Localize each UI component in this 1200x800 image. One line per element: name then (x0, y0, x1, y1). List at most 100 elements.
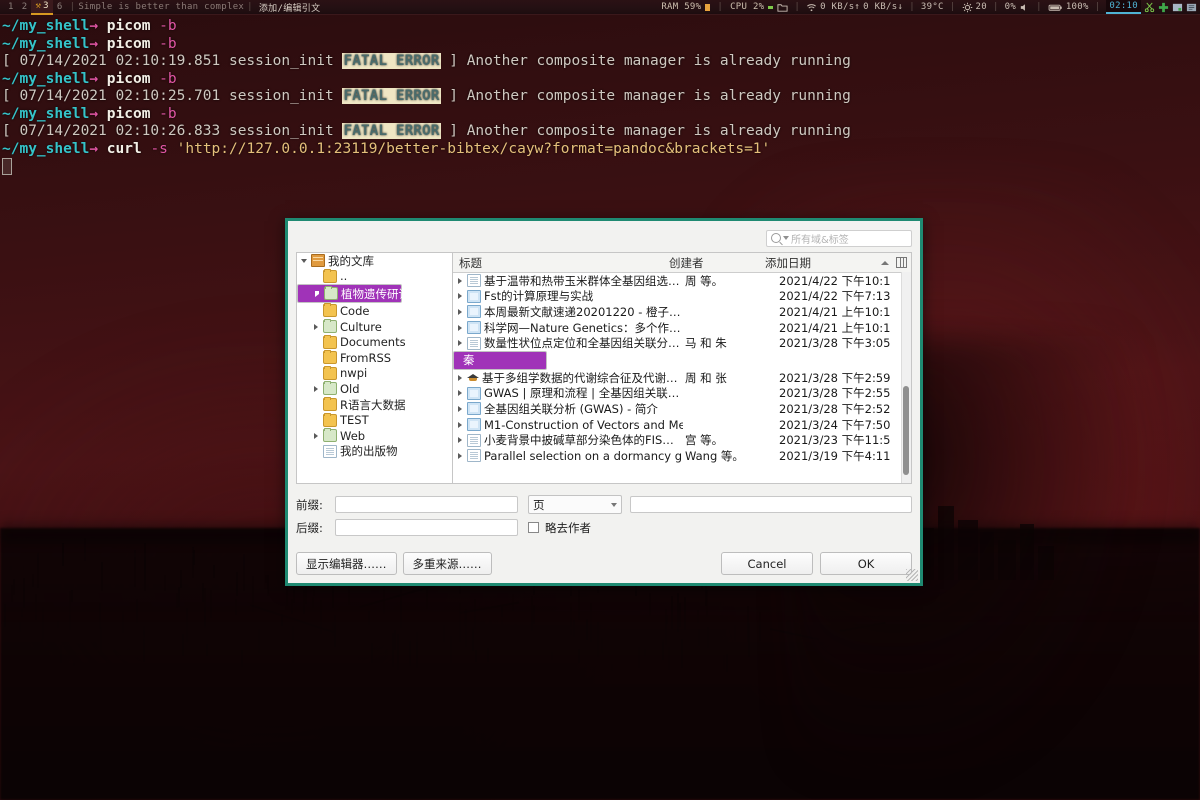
workspace-1[interactable]: 1 (4, 0, 18, 14)
table-row[interactable]: 全基因组关联分析 (GWAS) - 简介 2021/3/28 下午2:52… (453, 401, 911, 417)
collection-tree-item[interactable]: nwpi (297, 366, 452, 382)
ok-button[interactable]: OK (820, 552, 912, 575)
collection-tree-item[interactable]: Documents (297, 334, 452, 350)
sort-asc-icon[interactable] (881, 261, 889, 265)
locator-value-input[interactable] (630, 496, 912, 513)
terminal-command-line: ~/my_shell→ picom -b (2, 71, 1200, 89)
battery-icon[interactable] (1048, 2, 1063, 13)
shell-prompt-path: ~/my_shell (2, 71, 89, 87)
item-list[interactable]: 基于温带和热带玉米群体全基因组选… 周 等。 2021/4/22 下午10:1… Fs… (453, 273, 911, 483)
item-date-added: 2021/3/23 下午11:5… (775, 432, 891, 448)
chevron-down-icon[interactable] (783, 236, 789, 240)
table-row[interactable]: 基于多组学数据的代谢综合征及代谢… 周 和 张 2021/3/28 下午2:59… (453, 370, 911, 386)
item-date-added: 2021/4/21 上午10:1… (775, 320, 891, 336)
search-input[interactable]: 所有域&标签 (766, 230, 912, 247)
item-list-pane: 标题 创建者 添加日期 基于温带和热带玉米群体全基因组选… 周 等。 2021/4/… (453, 253, 911, 483)
green-cross-icon[interactable] (1158, 2, 1169, 13)
collection-tree-item[interactable]: Web (297, 428, 452, 444)
column-header-date[interactable]: 添加日期 (759, 255, 877, 271)
table-row[interactable]: 基于温带和热带玉米群体全基因组选… 周 等。 2021/4/22 下午10:1… (453, 273, 911, 289)
collection-tree-item[interactable]: Code (297, 303, 452, 319)
show-editor-button[interactable]: 显示编辑器…… (296, 552, 397, 575)
chevron-right-icon[interactable] (456, 390, 464, 396)
chevron-right-icon[interactable] (456, 309, 464, 315)
workspace-3[interactable]: ⚒ 3 (31, 0, 52, 15)
collection-tree-item[interactable]: 我的出版物 (297, 444, 452, 460)
status-bar: 1 2 ⚒ 3 6 | Simple is better than complex | 添加/编… (0, 0, 1200, 15)
column-header-title[interactable]: 标题 (453, 255, 663, 271)
collection-tree-item-label: Web (340, 429, 365, 443)
collection-tree-item[interactable]: TEST (297, 412, 452, 428)
log-message: ] Another composite manager is already r… (441, 88, 851, 104)
workspace-label: 1 (8, 2, 14, 12)
app-icon-1[interactable] (1172, 2, 1183, 13)
collection-tree-item[interactable]: 我的文库 (297, 253, 452, 269)
multiple-sources-button[interactable]: 多重来源…… (403, 552, 492, 575)
twisty-glyph (458, 437, 462, 443)
form-rows: 前缀: 后缀: 页 略去作者 (296, 493, 912, 539)
table-row[interactable]: 中国荷斯坦牛种公牛精液性状全基因…秦2021/3/28 下午3:04… (453, 351, 547, 370)
suppress-author-checkbox[interactable] (528, 522, 539, 533)
chevron-right-icon[interactable] (456, 340, 464, 346)
item-title: Parallel selection on a dormancy g… (484, 449, 683, 463)
workspace-label: 2 (22, 2, 28, 12)
wifi-icon[interactable] (806, 2, 817, 13)
table-row[interactable]: GWAS | 原理和流程 | 全基因组关联… 2021/3/28 下午2:55… (453, 386, 911, 402)
workspace-2[interactable]: 2 (18, 0, 32, 14)
chevron-right-icon[interactable] (456, 325, 464, 331)
clock[interactable]: 02:10 (1106, 0, 1141, 14)
collection-tree[interactable]: 我的文库.. 植物遗传研讨课 Code Culture Documents FromRSS… (297, 253, 453, 483)
column-picker-icon[interactable] (896, 257, 907, 268)
suppress-author-row[interactable]: 略去作者 (528, 516, 912, 539)
column-header-creator[interactable]: 创建者 (663, 255, 759, 271)
scissors-icon[interactable] (1144, 2, 1155, 13)
table-row[interactable]: Fst的计算原理与实战 2021/4/22 下午7:13… (453, 289, 911, 305)
table-row[interactable]: M1-Construction of Vectors and Me… 2021/3… (453, 417, 911, 433)
chevron-right-icon[interactable] (456, 293, 464, 299)
collection-tree-item[interactable]: R语言大数据 (297, 397, 452, 413)
chevron-right-icon[interactable] (313, 291, 321, 297)
log-prefix: [ 07/14/2021 02:10:26.833 session_init (2, 123, 342, 139)
active-window-title: 添加/编辑引文 (259, 1, 321, 14)
collection-tree-item[interactable]: .. (297, 269, 452, 285)
chevron-right-icon[interactable] (456, 437, 464, 443)
terminal-log-line: [ 07/14/2021 02:10:19.851 session_init F… (2, 53, 1200, 71)
table-row[interactable]: 科学网—Nature Genetics：多个作… 2021/4/21 上午10:1… (453, 320, 911, 336)
workspace-list[interactable]: 1 2 ⚒ 3 6 | Simple is better than complex | 添加/编… (0, 0, 320, 14)
item-list-scrollbar[interactable] (901, 272, 911, 483)
chevron-down-icon[interactable] (300, 259, 308, 263)
collection-tree-item[interactable]: Culture (297, 319, 452, 335)
table-row[interactable]: Parallel selection on a dormancy g… Wang … (453, 448, 911, 464)
chevron-right-icon[interactable] (312, 386, 320, 392)
chevron-right-icon[interactable] (456, 453, 464, 459)
webpage-icon (467, 290, 481, 303)
chevron-right-icon[interactable] (456, 406, 464, 412)
resize-grip[interactable] (906, 569, 918, 581)
terminal-output[interactable]: ~/my_shell→ picom -b ~/my_shell→ picom -b… (0, 14, 1200, 176)
workspace-6[interactable]: 6 (53, 0, 67, 14)
item-creator: 马 和 朱 (683, 335, 775, 351)
chevron-right-icon[interactable] (456, 422, 464, 428)
collection-tree-item[interactable]: Old (297, 381, 452, 397)
chevron-right-icon[interactable] (456, 375, 464, 381)
collection-tree-item[interactable]: FromRSS (297, 350, 452, 366)
prefix-label: 前缀: (296, 497, 330, 513)
chevron-right-icon[interactable] (312, 433, 320, 439)
scrollbar-thumb[interactable] (903, 386, 909, 475)
item-title-cell: 科学网—Nature Genetics：多个作… (453, 320, 683, 336)
table-row[interactable]: 本周最新文献速递20201220 - 橙子… 2021/4/21 上午10:1… (453, 304, 911, 320)
cancel-button[interactable]: Cancel (721, 552, 813, 575)
app-icon-2[interactable] (1186, 2, 1197, 13)
table-row[interactable]: 小麦背景中披碱草部分染色体的FIS… 宫 等。 2021/3/23 下午11:5… (453, 432, 911, 448)
volume-icon[interactable] (1019, 2, 1030, 13)
chevron-right-icon[interactable] (312, 324, 320, 330)
brightness-icon[interactable] (962, 2, 973, 13)
table-row[interactable]: 数量性状位点定位和全基因组关联分… 马 和 朱 2021/3/28 下午3:05… (453, 335, 911, 351)
chevron-right-icon[interactable] (456, 278, 464, 284)
item-title-cell: 本周最新文献速递20201220 - 橙子… (453, 304, 683, 320)
suffix-input[interactable] (335, 519, 518, 536)
prefix-input[interactable] (335, 496, 518, 513)
folder-icon[interactable] (777, 2, 788, 13)
collection-tree-item[interactable]: 植物遗传研讨课 (297, 284, 402, 303)
locator-type-select[interactable]: 页 (528, 495, 622, 514)
